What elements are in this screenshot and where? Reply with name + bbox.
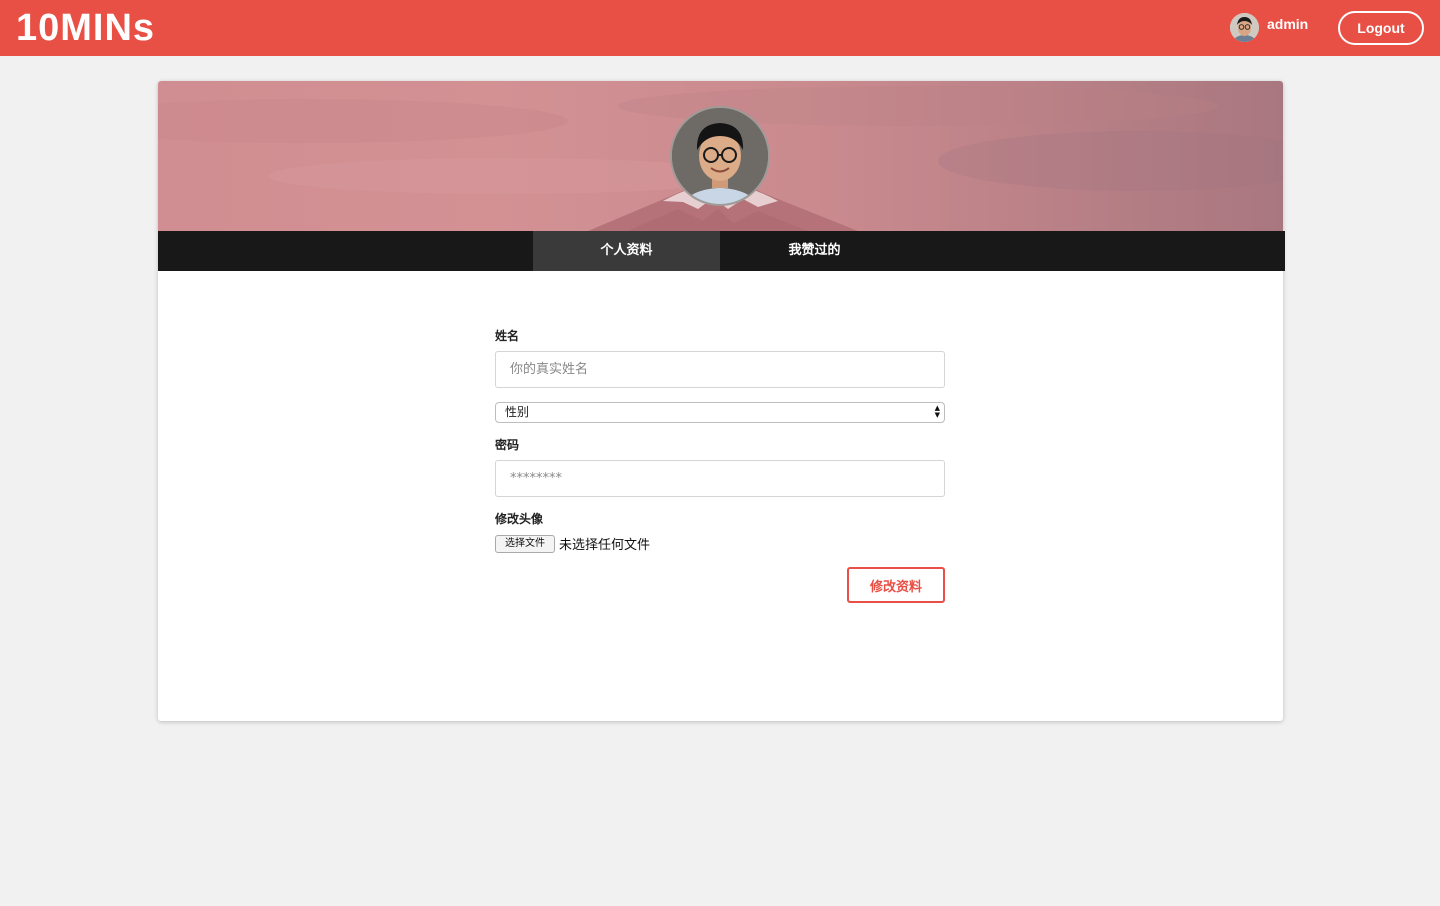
tab-profile[interactable]: 个人资料 <box>533 231 720 271</box>
name-input[interactable] <box>495 351 945 388</box>
update-profile-button[interactable]: 修改资料 <box>847 567 945 603</box>
gender-selected-value: 性别 <box>505 405 530 419</box>
user-avatar-image <box>1230 13 1259 42</box>
brand-logo[interactable]: 10MINs <box>16 6 155 50</box>
gender-select[interactable]: 性别 ▲ ▼ <box>495 402 945 423</box>
top-navbar: 10MINs admin Logout <box>0 0 1440 56</box>
profile-avatar[interactable] <box>670 106 770 206</box>
user-avatar[interactable] <box>1230 13 1259 42</box>
username-label[interactable]: admin <box>1267 16 1308 32</box>
logout-button[interactable]: Logout <box>1338 11 1424 45</box>
avatar-upload-label: 修改头像 <box>495 512 544 526</box>
name-label: 姓名 <box>495 329 520 343</box>
choose-file-button[interactable]: 选择文件 <box>495 535 555 553</box>
file-status-text: 未选择任何文件 <box>559 538 651 553</box>
password-input[interactable] <box>495 460 945 497</box>
select-arrows-icon: ▲ ▼ <box>934 404 940 419</box>
profile-card: 个人资料 我赞过的 姓名 性别 ▲▼ 密码 修改头像 选择文件 未选择任何文件 … <box>158 81 1285 721</box>
password-label: 密码 <box>495 438 520 452</box>
profile-tabs: 个人资料 我赞过的 <box>158 231 1285 271</box>
tab-liked[interactable]: 我赞过的 <box>721 231 908 271</box>
profile-avatar-image <box>672 108 768 204</box>
cover-image <box>158 81 1283 231</box>
